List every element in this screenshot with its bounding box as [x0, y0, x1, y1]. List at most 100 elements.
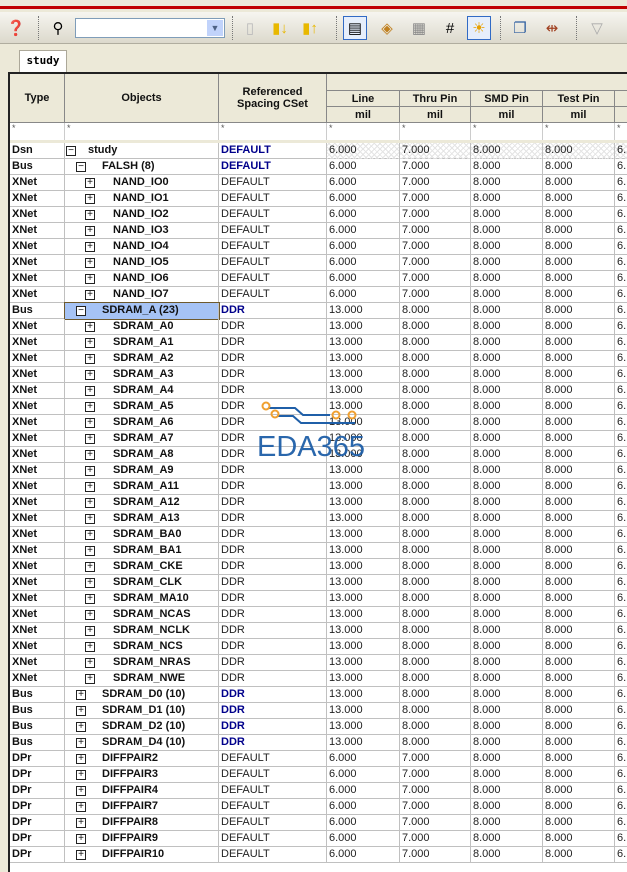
expand-icon[interactable]: + — [85, 274, 95, 284]
thru-pin-value[interactable]: 7.000 — [400, 799, 471, 815]
table-row[interactable]: XNet + SDRAM_A5 DDR 13.000 8.000 8.000 8.000 6. — [10, 399, 627, 415]
test-pin-value[interactable]: 8.000 — [543, 399, 615, 415]
thru-pin-value[interactable]: 8.000 — [400, 511, 471, 527]
test-pin-value[interactable]: 8.000 — [543, 687, 615, 703]
expand-icon[interactable]: + — [85, 402, 95, 412]
line-value[interactable]: 13.000 — [327, 623, 400, 639]
object-cell[interactable]: + SDRAM_A6 — [65, 415, 219, 431]
expand-icon[interactable]: + — [76, 770, 86, 780]
test-pin-value[interactable]: 8.000 — [543, 447, 615, 463]
object-cell[interactable]: + SDRAM_D0 (10) — [65, 687, 219, 703]
expand-icon[interactable]: + — [76, 722, 86, 732]
expand-icon[interactable]: + — [85, 642, 95, 652]
thru-pin-value[interactable]: 7.000 — [400, 159, 471, 175]
test-pin-value[interactable]: 8.000 — [543, 271, 615, 287]
next-value[interactable]: 6. — [615, 799, 627, 815]
expand-icon[interactable]: + — [76, 802, 86, 812]
table-row[interactable]: DPr + DIFFPAIR9 DEFAULT 6.000 7.000 8.000 8.000… — [10, 831, 627, 847]
cset-cell[interactable]: DEFAULT — [219, 831, 327, 847]
thru-pin-value[interactable]: 8.000 — [400, 575, 471, 591]
test-pin-value[interactable]: 8.000 — [543, 655, 615, 671]
expand-icon[interactable]: + — [85, 514, 95, 524]
object-cell[interactable]: − FALSH (8) — [65, 159, 219, 175]
test-pin-value[interactable]: 8.000 — [543, 351, 615, 367]
table-row[interactable]: XNet + SDRAM_A11 DDR 13.000 8.000 8.000 8.000 6. — [10, 479, 627, 495]
table-row[interactable]: XNet + NAND_IO6 DEFAULT 6.000 7.000 8.000 8.000… — [10, 271, 627, 287]
next-value[interactable]: 6. — [615, 351, 627, 367]
header-line[interactable]: Line — [327, 91, 400, 107]
expand-icon[interactable]: + — [85, 546, 95, 556]
cset-cell[interactable]: DDR — [219, 495, 327, 511]
thru-pin-value[interactable]: 8.000 — [400, 639, 471, 655]
next-value[interactable]: 6. — [615, 367, 627, 383]
cset-cell[interactable]: DEFAULT — [219, 175, 327, 191]
object-combo[interactable]: ▼ — [75, 18, 225, 38]
test-pin-value[interactable]: 8.000 — [543, 767, 615, 783]
next-value[interactable]: 6. — [615, 255, 627, 271]
next-value[interactable]: 6. — [615, 431, 627, 447]
line-value[interactable]: 6.000 — [327, 767, 400, 783]
test-pin-value[interactable]: 8.000 — [543, 495, 615, 511]
cset-cell[interactable]: DDR — [219, 479, 327, 495]
line-value[interactable]: 13.000 — [327, 543, 400, 559]
header-smd-pin[interactable]: SMD Pin — [471, 91, 543, 107]
next-value[interactable]: 6. — [615, 335, 627, 351]
cset-cell[interactable]: DDR — [219, 383, 327, 399]
object-cell[interactable]: + SDRAM_D4 (10) — [65, 735, 219, 751]
table-row[interactable]: XNet + SDRAM_BA0 DDR 13.000 8.000 8.000 8.000 6. — [10, 527, 627, 543]
next-value[interactable]: 6. — [615, 831, 627, 847]
test-pin-value[interactable]: 8.000 — [543, 623, 615, 639]
table-row[interactable]: XNet + NAND_IO5 DEFAULT 6.000 7.000 8.000 8.000… — [10, 255, 627, 271]
smd-pin-value[interactable]: 8.000 — [471, 367, 543, 383]
cset-cell[interactable]: DDR — [219, 447, 327, 463]
smd-pin-value[interactable]: 8.000 — [471, 479, 543, 495]
find-icon[interactable]: ⚲ — [46, 16, 70, 40]
cset-cell[interactable]: DDR — [219, 575, 327, 591]
test-pin-value[interactable]: 8.000 — [543, 367, 615, 383]
object-cell[interactable]: + NAND_IO0 — [65, 175, 219, 191]
thru-pin-value[interactable]: 7.000 — [400, 239, 471, 255]
line-value[interactable]: 13.000 — [327, 687, 400, 703]
thru-pin-value[interactable]: 8.000 — [400, 559, 471, 575]
line-value[interactable]: 6.000 — [327, 159, 400, 175]
line-value[interactable]: 13.000 — [327, 335, 400, 351]
object-cell[interactable]: + SDRAM_A4 — [65, 383, 219, 399]
expand-icon[interactable]: + — [85, 258, 95, 268]
expand-icon[interactable]: + — [85, 370, 95, 380]
header-cset[interactable]: Referenced Spacing CSet — [219, 74, 327, 123]
object-cell[interactable]: + SDRAM_A7 — [65, 431, 219, 447]
next-value[interactable]: 6. — [615, 751, 627, 767]
test-pin-value[interactable]: 8.000 — [543, 335, 615, 351]
test-pin-value[interactable]: 8.000 — [543, 799, 615, 815]
table-row[interactable]: XNet + SDRAM_A9 DDR 13.000 8.000 8.000 8.000 6. — [10, 463, 627, 479]
test-pin-value[interactable]: 8.000 — [543, 159, 615, 175]
next-value[interactable]: 6. — [615, 559, 627, 575]
line-value[interactable]: 6.000 — [327, 847, 400, 863]
object-cell[interactable]: + DIFFPAIR7 — [65, 799, 219, 815]
next-value[interactable]: 6. — [615, 159, 627, 175]
cset-cell[interactable]: DEFAULT — [219, 783, 327, 799]
cset-cell[interactable]: DDR — [219, 687, 327, 703]
next-value[interactable]: 6. — [615, 783, 627, 799]
thru-pin-value[interactable]: 8.000 — [400, 703, 471, 719]
object-cell[interactable]: + SDRAM_MA10 — [65, 591, 219, 607]
cset-cell[interactable]: DEFAULT — [219, 799, 327, 815]
tab-study[interactable]: study — [19, 50, 67, 72]
next-value[interactable]: 6. — [615, 191, 627, 207]
thru-pin-value[interactable]: 7.000 — [400, 287, 471, 303]
table-row[interactable]: Dsn − study DEFAULT 6.000 7.000 8.000 8.000 6. — [10, 143, 627, 159]
object-cell[interactable]: + DIFFPAIR3 — [65, 767, 219, 783]
line-value[interactable]: 13.000 — [327, 399, 400, 415]
test-pin-value[interactable]: 8.000 — [543, 303, 615, 319]
test-pin-value[interactable]: 8.000 — [543, 175, 615, 191]
cset-cell[interactable]: DDR — [219, 703, 327, 719]
line-value[interactable]: 13.000 — [327, 511, 400, 527]
line-value[interactable]: 6.000 — [327, 287, 400, 303]
expand-icon[interactable]: + — [85, 450, 95, 460]
test-pin-value[interactable]: 8.000 — [543, 319, 615, 335]
line-value[interactable]: 13.000 — [327, 447, 400, 463]
thru-pin-value[interactable]: 8.000 — [400, 495, 471, 511]
expand-icon[interactable]: + — [85, 482, 95, 492]
bookmark-next-icon[interactable]: ▮↓ — [268, 16, 292, 40]
next-value[interactable]: 6. — [615, 415, 627, 431]
